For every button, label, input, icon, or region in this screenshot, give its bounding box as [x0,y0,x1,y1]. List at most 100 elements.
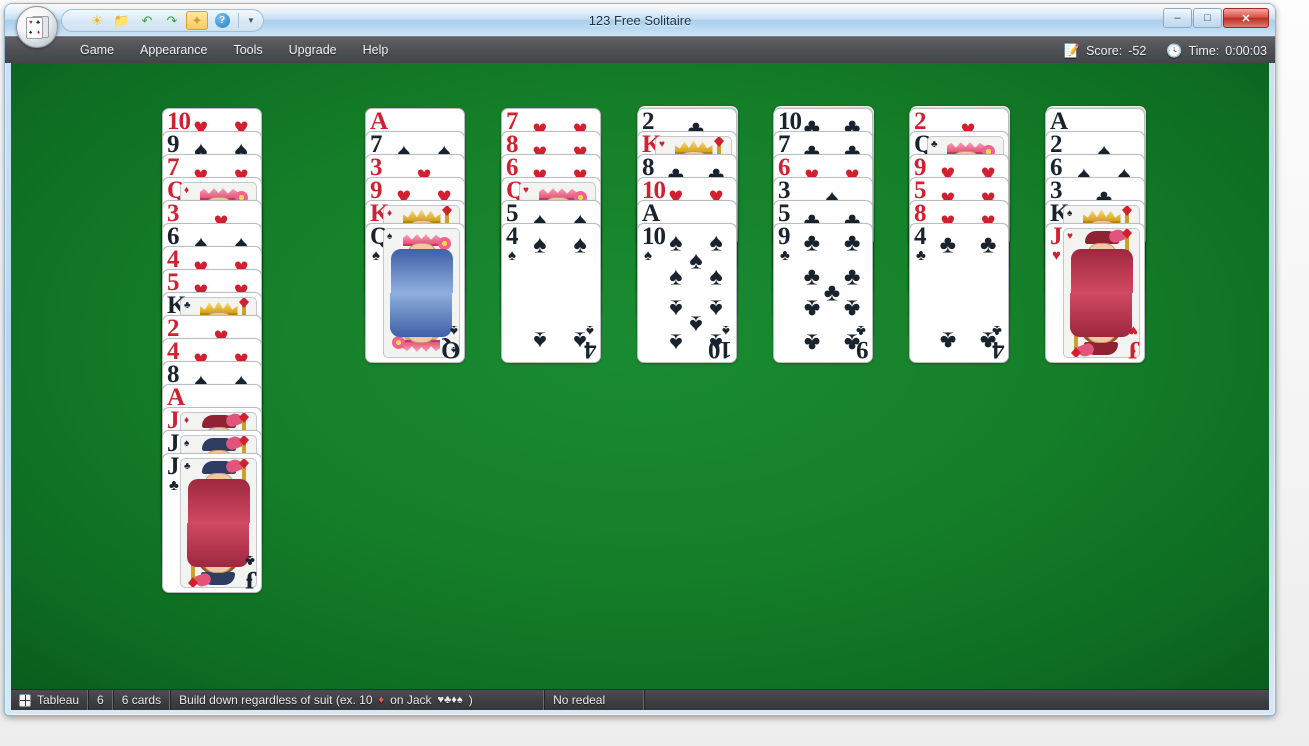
card-corner-suit: ♣ [780,247,790,264]
card-rank: J [1050,223,1062,250]
card-10♠[interactable]: 10 ♠ ♠ ♠ ♠ ♠ ♠ ♠ ♠ ♠ ♠ ♠ 10 ♠ [637,223,737,363]
status-rule: Build down regardless of suit (ex. 10 ♦ … [170,690,545,710]
score-label: Score: [1086,43,1123,58]
game-table[interactable]: A♥♣♠♦A♥♣♠♦A♥♣♠♦A♥♣♠♦10♥♥♥♥♥♥♥♥♥♥9♠♠♠♠♠♠♠… [11,63,1269,691]
card-4♠[interactable]: 4 ♠ ♠ ♠ ♠ ♠ 4 ♠ [501,223,601,363]
court-body [390,293,453,337]
card-corner-suit-bottom: ♣ [856,322,866,339]
card-J♣[interactable]: J ♣ ♣ ♣ J ♣ [162,453,262,593]
orb-card-front: ♥ ♣ ♠ ♦ [26,17,43,39]
tableau-icon [19,693,31,707]
help-icon[interactable]: ? [211,11,233,30]
card-J♥[interactable]: J ♥ ♥ ♥ J ♥ [1045,223,1145,363]
diamond-icon: ♦ [36,30,40,36]
score-display: 📝 Score: -52 [1064,44,1146,58]
card-pip: ♣ [939,230,957,259]
court-mini-suit-top: ♠ [387,231,393,242]
menu-item-list: Game Appearance Tools Upgrade Help [67,39,401,61]
status-game-type: Tableau [11,690,89,710]
card-pip: ♠ [709,262,723,291]
card-corner-suit: ♥ [1052,247,1061,264]
court-mini-suit-top: ♥ [1067,231,1073,242]
menu-bar: Game Appearance Tools Upgrade Help 📝 Score: … [5,36,1275,63]
status-rule-diamond-icon: ♦ [378,694,385,706]
club-icon: ♣ [36,20,40,26]
court-half-top [181,459,256,523]
status-rule-suffix: ) [468,693,473,707]
status-rule-mid: on Jack [390,693,432,707]
menu-item-tools[interactable]: Tools [220,39,275,61]
maximize-button[interactable]: □ [1193,8,1222,28]
court-mini-suit-top: ♥ [523,185,529,196]
chevron-down-icon[interactable]: ▼ [244,11,258,30]
close-button[interactable]: ✕ [1223,8,1269,28]
status-redeal: No redeal [544,690,645,710]
card-corner-suit: ♣ [916,247,926,264]
court-mini-suit-top: ♣ [931,139,938,150]
playing-cards-icon: ♥ ♣ ♠ ♦ [25,16,51,40]
card-pip: ♣ [803,228,821,257]
menu-item-help[interactable]: Help [350,39,402,61]
menu-item-appearance[interactable]: Appearance [127,39,220,61]
card-rank-bottom: J [245,566,258,593]
menu-status-group: 📝 Score: -52 🕓 Time: 0:00:03 [1064,37,1267,64]
clock-icon: 🕓 [1166,43,1183,58]
card-rank: 4 [506,223,518,250]
card-pip: ♣ [803,294,821,323]
main-window: 123 Free Solitaire – □ ✕ ♥ ♣ ♠ ♦ ☀ 📁 ↶ ↷ ✦? ▼ [4,3,1276,716]
court-mini-suit-top: ♦ [184,415,190,426]
spade-icon: ♠ [29,30,33,36]
status-spacer [644,690,1269,710]
court-half-top [1064,229,1139,293]
open-game-icon[interactable]: 📁 [111,11,133,30]
minimize-button[interactable]: – [1163,8,1192,28]
card-Q♠[interactable]: Q ♠ ♠ ♠ Q ♠ [365,223,465,363]
card-pip: ♣ [979,230,997,259]
menu-item-game[interactable]: Game [67,39,127,61]
undo-icon[interactable]: ↶ [136,11,158,30]
card-pip: ♠ [709,228,723,257]
court-mini-suit-top: ♣ [184,300,191,311]
card-rank-bottom: 4 [992,336,1005,363]
application-window: 123 Free Solitaire – □ ✕ ♥ ♣ ♠ ♦ ☀ 📁 ↶ ↷ ✦? ▼ [0,0,1309,746]
card-pip: ♣ [843,228,861,257]
card-pip: ♣ [843,262,861,291]
flower-icon [392,336,405,349]
court-half-top [384,229,459,293]
card-corner-suit: ♠ [644,247,652,264]
card-pip: ♠ [689,310,703,339]
card-9♣[interactable]: 9 ♣ ♣ ♣ ♣ ♣ ♣ ♣ ♣ ♣ ♣ 9 ♣ [773,223,873,363]
card-pip: ♠ [533,326,547,355]
notepad-icon: 📝 [1063,43,1081,58]
card-corner-suit-bottom: ♣ [245,552,255,569]
card-pip: ♣ [939,326,957,355]
court-body [390,249,453,293]
card-pip: ♣ [803,262,821,291]
card-pip: ♠ [669,294,683,323]
court-mini-suit-top: ♦ [184,185,190,196]
card-corner-suit: ♣ [169,477,179,494]
toolbar-separator [238,13,239,28]
card-rank-bottom: 10 [709,336,732,363]
court-body [1070,249,1133,293]
card-rank: J [167,453,179,480]
status-bar: Tableau 6 6 cards Build down regardless … [11,689,1269,710]
magic-wand-icon[interactable]: ✦ [186,11,208,30]
status-cards: 6 cards [112,690,171,710]
status-rule-suits-icons: ♥♣♦♠ [437,694,463,706]
card-corner-suit-bottom: ♠ [450,322,458,339]
time-value: 0:00:03 [1225,43,1267,58]
heart-icon: ♥ [29,20,33,26]
app-logo-orb[interactable]: ♥ ♣ ♠ ♦ [16,6,58,48]
card-pip: ♠ [709,294,723,323]
card-pip: ♠ [669,328,683,357]
court-body [187,523,250,567]
redo-icon[interactable]: ↷ [161,11,183,30]
court-mini-suit-top: ♠ [1067,208,1073,219]
status-rule-prefix: Build down regardless of suit (ex. 10 [179,693,373,707]
card-rank: 9 [778,223,790,250]
card-4♣[interactable]: 4 ♣ ♣ ♣ ♣ ♣ 4 ♣ [909,223,1009,363]
card-pip: ♠ [669,228,683,257]
menu-item-upgrade[interactable]: Upgrade [276,39,350,61]
new-game-icon[interactable]: ☀ [86,11,108,30]
